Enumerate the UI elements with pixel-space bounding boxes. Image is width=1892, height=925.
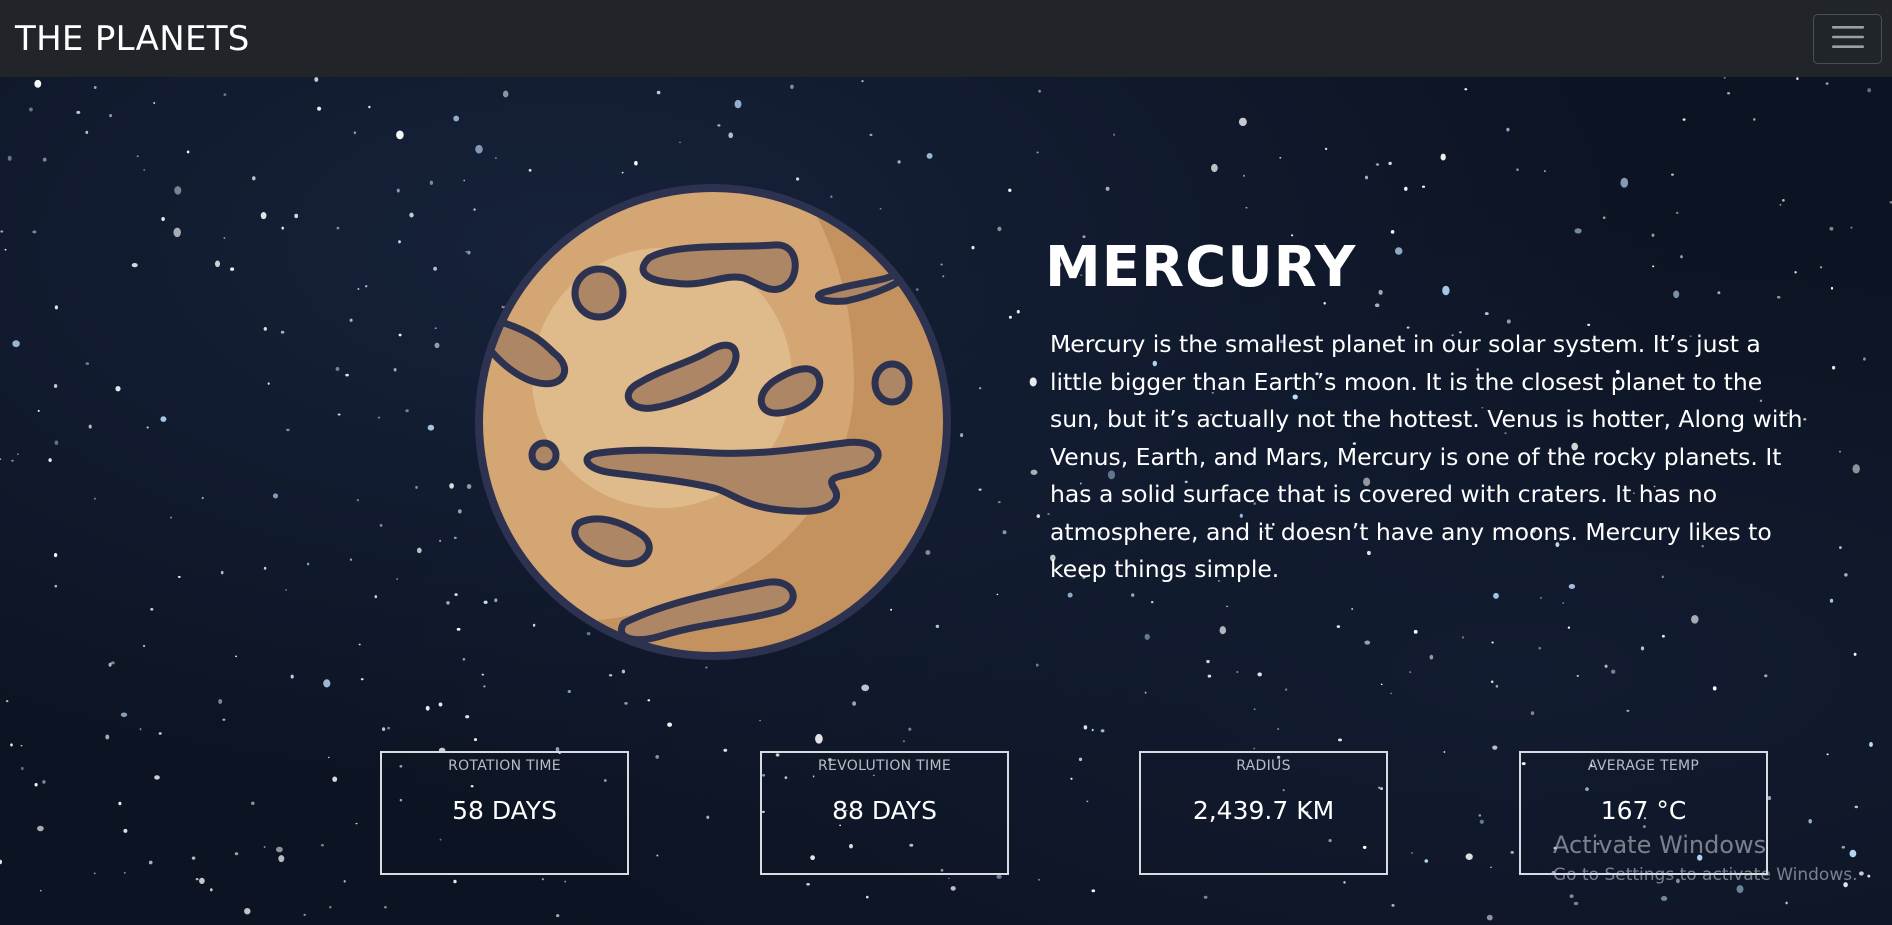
stat-radius: RADIUS 2,439.7 KM xyxy=(1139,751,1388,875)
navbar-brand[interactable]: THE PLANETS xyxy=(15,19,250,59)
stat-label: RADIUS xyxy=(1236,758,1291,774)
stat-rotation-time: ROTATION TIME 58 DAYS xyxy=(380,751,629,875)
planet-description: Mercury is the smallest planet in our so… xyxy=(1050,330,1803,583)
stat-value: 2,439.7 KM xyxy=(1192,796,1335,825)
stat-value: 167 °C xyxy=(1600,796,1687,825)
hamburger-menu-icon xyxy=(1831,25,1864,52)
navbar-toggle-button[interactable] xyxy=(1813,13,1882,64)
windows-activation-watermark: Activate Windows Go to Settings to activ… xyxy=(1553,831,1858,885)
page: THE PLANETS MERCURY Mercury is the small… xyxy=(0,0,1892,925)
navbar: THE PLANETS xyxy=(0,0,1892,77)
planet-info: MERCURY Mercury is the smallest planet i… xyxy=(1045,235,1805,589)
planet-title: MERCURY xyxy=(1045,235,1357,300)
stat-value: 88 DAYS xyxy=(832,796,937,825)
stat-revolution-time: REVOLUTION TIME 88 DAYS xyxy=(760,751,1009,875)
stat-value: 58 DAYS xyxy=(452,796,557,825)
watermark-title: Activate Windows xyxy=(1553,831,1767,859)
stat-label: AVERAGE TEMP xyxy=(1587,758,1700,774)
mercury-planet-icon xyxy=(474,183,952,661)
stat-label: ROTATION TIME xyxy=(448,758,561,774)
stat-label: REVOLUTION TIME xyxy=(817,758,951,774)
watermark-subtitle: Go to Settings to activate Windows. xyxy=(1553,865,1858,885)
